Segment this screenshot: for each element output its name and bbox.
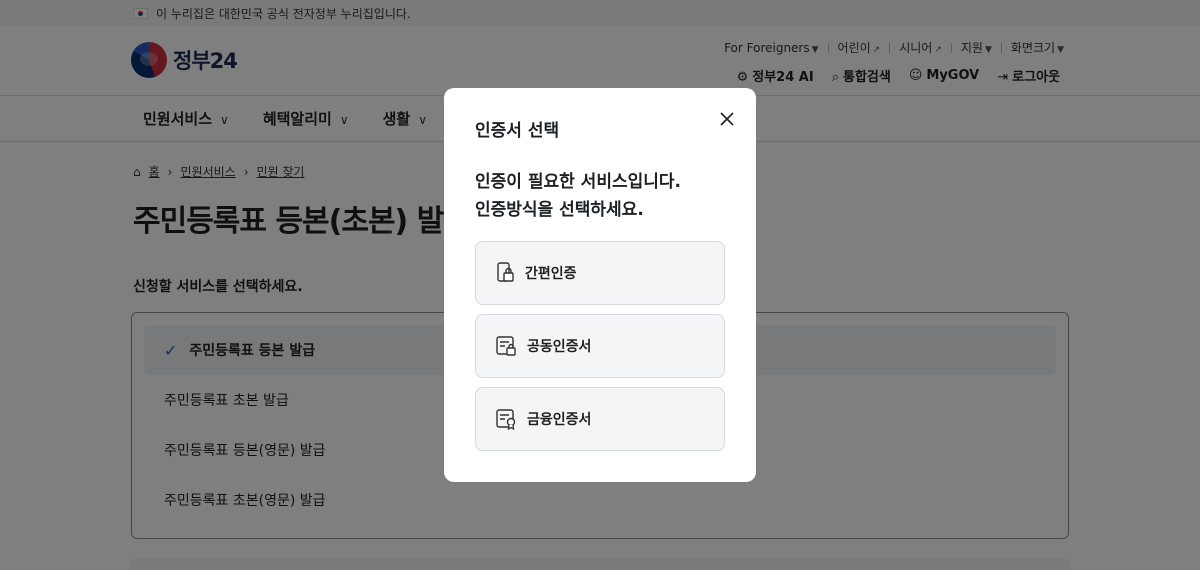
simple-auth-button[interactable]: 간편인증 — [475, 241, 725, 305]
close-button[interactable] — [716, 108, 738, 130]
certificate-select-modal: 인증서 선택 인증이 필요한 서비스입니다. 인증방식을 선택하세요. 간편인증 — [444, 88, 756, 482]
modal-title: 인증서 선택 — [475, 121, 560, 141]
modal-message: 인증이 필요한 서비스입니다. 인증방식을 선택하세요. — [475, 172, 681, 220]
phone-lock-icon — [496, 262, 516, 284]
financial-certificate-button[interactable]: 금융인증서 — [475, 387, 725, 451]
close-icon — [720, 112, 734, 126]
joint-certificate-button[interactable]: 공동인증서 — [475, 314, 725, 378]
certificate-badge-icon — [496, 408, 518, 430]
certificate-lock-icon — [496, 335, 518, 357]
